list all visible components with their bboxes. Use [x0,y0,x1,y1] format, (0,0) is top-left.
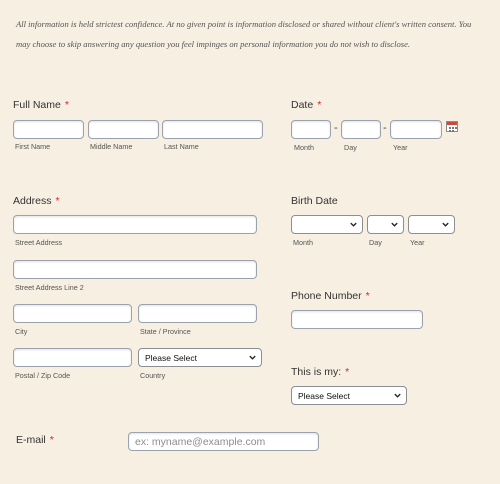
chevron-down-icon [442,222,449,227]
this-is-my-select[interactable]: Please Select [291,386,407,405]
birth-date-label: Birth Date [291,195,338,207]
required-asterisk: * [365,290,370,302]
required-asterisk: * [55,195,60,207]
first-name-sublabel: First Name [15,142,51,151]
date-month-sublabel: Month [294,143,314,152]
street-address-line2-sublabel: Street Address Line 2 [15,283,84,292]
street-address-sublabel: Street Address [15,238,63,247]
chevron-down-icon [394,393,401,398]
required-asterisk: * [317,99,322,111]
chevron-down-icon [249,355,256,360]
birth-year-select[interactable] [408,215,455,234]
phone-number-input[interactable] [291,310,423,329]
middle-name-input[interactable] [88,120,159,139]
country-sublabel: Country [140,371,166,380]
chevron-down-icon [350,222,357,227]
this-is-my-select-value: Please Select [298,391,350,401]
street-address-line2-input[interactable] [13,260,257,279]
birth-day-sublabel: Day [369,238,382,247]
privacy-notice: All information is held strictest confid… [16,19,472,49]
required-asterisk: * [64,99,69,111]
state-sublabel: State / Province [140,327,191,336]
middle-name-sublabel: Middle Name [90,142,133,151]
date-day-input[interactable] [341,120,381,139]
country-select[interactable]: Please Select [138,348,262,367]
first-name-input[interactable] [13,120,84,139]
postal-code-sublabel: Postal / Zip Code [15,371,71,380]
country-select-value: Please Select [145,353,197,363]
address-label: Address * [13,195,60,207]
phone-number-label: Phone Number * [291,290,370,302]
birth-day-select[interactable] [367,215,404,234]
date-separator: - [383,122,387,134]
chevron-down-icon [391,222,398,227]
last-name-input[interactable] [162,120,263,139]
required-asterisk: * [49,434,54,446]
date-label: Date * [291,99,322,111]
state-input[interactable] [138,304,257,323]
postal-code-input[interactable] [13,348,132,367]
street-address-input[interactable] [13,215,257,234]
required-asterisk: * [345,366,350,378]
city-input[interactable] [13,304,132,323]
birth-month-sublabel: Month [293,238,313,247]
birth-year-sublabel: Year [410,238,425,247]
email-label: E-mail * [16,434,54,446]
birth-month-select[interactable] [291,215,363,234]
last-name-sublabel: Last Name [164,142,199,151]
date-year-sublabel: Year [393,143,408,152]
city-sublabel: City [15,327,28,336]
date-month-input[interactable] [291,120,331,139]
email-input[interactable]: ex: myname@example.com [128,432,319,451]
date-day-sublabel: Day [344,143,357,152]
this-is-my-label: This is my: * [291,366,350,378]
date-year-input[interactable] [390,120,442,139]
date-separator: - [334,122,338,134]
full-name-label: Full Name * [13,99,69,111]
email-placeholder: ex: myname@example.com [135,436,266,448]
calendar-icon[interactable] [446,121,458,132]
